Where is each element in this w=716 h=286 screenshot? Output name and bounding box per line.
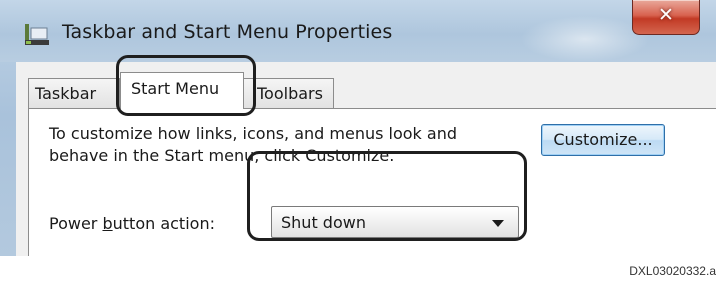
screenshot-stage: Taskbar and Start Menu Properties ✕ Task… [0, 0, 716, 286]
taskbar-window-icon [25, 24, 49, 45]
power-label-suffix: utton action: [112, 214, 215, 233]
title-bar-glow [520, 16, 650, 62]
power-button-action-label: Power button action: [49, 214, 215, 233]
power-select-callout [247, 151, 527, 241]
tab-taskbar[interactable]: Taskbar [28, 78, 120, 108]
close-icon: ✕ [658, 4, 674, 26]
start-menu-tab-callout [116, 55, 256, 116]
power-label-prefix: Power [49, 214, 103, 233]
window-title: Taskbar and Start Menu Properties [62, 21, 393, 43]
figure-id: DXL03020332.a [629, 264, 716, 278]
close-button[interactable]: ✕ [632, 0, 700, 35]
customize-button[interactable]: Customize... [541, 124, 665, 156]
description-line-1: To customize how links, icons, and menus… [49, 124, 458, 143]
power-label-access-key: b [102, 214, 113, 233]
title-bar[interactable]: Taskbar and Start Menu Properties ✕ [0, 0, 716, 62]
